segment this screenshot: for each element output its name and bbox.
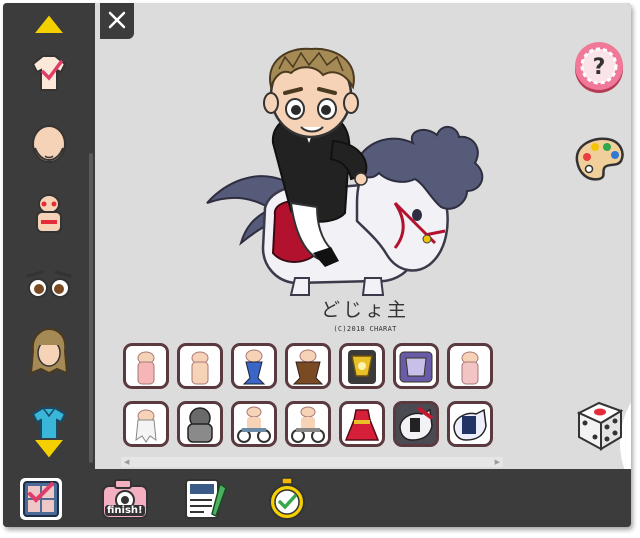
sidebar-scrollbar[interactable] <box>89 153 93 463</box>
body-icon <box>36 194 62 233</box>
random-dice-button[interactable] <box>569 395 627 453</box>
part-black-horse <box>399 406 434 441</box>
face-base-icon <box>32 125 66 163</box>
parts-panel-icon <box>20 478 62 520</box>
character-stage: どじょ主 (C)2018 CHARAT ? ◀ ▶ <box>95 3 631 469</box>
sidebar-item-hair[interactable] <box>21 327 77 377</box>
memo-button[interactable] <box>181 475 229 523</box>
part-wheelchair-2 <box>291 406 325 443</box>
part-option[interactable] <box>447 401 493 447</box>
sidebar-item-body[interactable] <box>21 189 77 239</box>
sidebar-scroll-down[interactable] <box>21 433 77 467</box>
bottom-toolbar: finish! <box>3 469 631 527</box>
part-option[interactable] <box>177 401 223 447</box>
dice-icon <box>576 401 624 451</box>
close-icon <box>108 11 126 29</box>
part-body-plain <box>191 351 209 385</box>
color-palette-button[interactable] <box>571 133 627 183</box>
part-option-selected[interactable] <box>393 401 439 447</box>
part-navy-horse <box>453 408 487 441</box>
parts-panel-button[interactable] <box>17 475 65 523</box>
part-body-pink <box>137 351 155 385</box>
part-gold-armor <box>348 350 376 384</box>
part-body-blush <box>461 351 479 385</box>
part-option[interactable] <box>285 401 331 447</box>
parts-scrollbar[interactable]: ◀ ▶ <box>121 457 503 467</box>
sidebar-scroll-up[interactable] <box>21 5 77 41</box>
palette-icon <box>575 137 624 181</box>
part-purple-armor <box>399 351 433 383</box>
character-illustration <box>206 47 484 296</box>
part-mermaid-brown <box>292 349 324 385</box>
help-button[interactable]: ? <box>573 41 625 93</box>
part-option[interactable] <box>231 343 277 389</box>
part-option[interactable] <box>231 401 277 447</box>
hair-icon <box>29 327 69 375</box>
stopwatch-icon <box>269 477 305 520</box>
part-option[interactable] <box>123 343 169 389</box>
sidebar-item-eyes[interactable] <box>21 259 77 309</box>
part-gray-beast <box>187 407 213 443</box>
shirt-check-icon <box>31 55 67 91</box>
part-option[interactable] <box>285 343 331 389</box>
character-name: どじょ主 <box>320 299 409 321</box>
finish-button[interactable]: finish! <box>99 475 151 523</box>
part-option[interactable] <box>123 401 169 447</box>
part-option[interactable] <box>339 401 385 447</box>
part-mermaid-blue <box>242 349 266 385</box>
memo-icon <box>185 479 227 519</box>
part-wheelchair-1 <box>237 406 271 443</box>
close-button[interactable] <box>100 3 134 39</box>
eyes-icon <box>26 270 72 298</box>
parts-grid <box>123 343 499 455</box>
scroll-right-icon[interactable]: ▶ <box>495 458 500 466</box>
sidebar-item-outfit[interactable] <box>21 47 77 97</box>
svg-text:?: ? <box>593 55 606 80</box>
chevron-down-icon <box>32 438 66 460</box>
part-option[interactable] <box>447 343 493 389</box>
app-frame: どじょ主 (C)2018 CHARAT ? ◀ ▶ finish! <box>3 3 631 527</box>
part-option[interactable] <box>339 343 385 389</box>
part-option[interactable] <box>393 343 439 389</box>
timer-button[interactable] <box>263 475 311 523</box>
category-sidebar <box>3 3 95 469</box>
chevron-up-icon <box>32 13 66 35</box>
part-red-dress <box>344 409 380 441</box>
question-icon: ? <box>575 42 623 93</box>
part-option[interactable] <box>177 343 223 389</box>
copyright-text: (C)2018 CHARAT <box>333 325 397 333</box>
scroll-left-icon[interactable]: ◀ <box>124 458 129 466</box>
part-ghost-white <box>135 409 157 443</box>
finish-label: finish! <box>105 505 145 516</box>
sidebar-item-face[interactable] <box>21 121 77 171</box>
